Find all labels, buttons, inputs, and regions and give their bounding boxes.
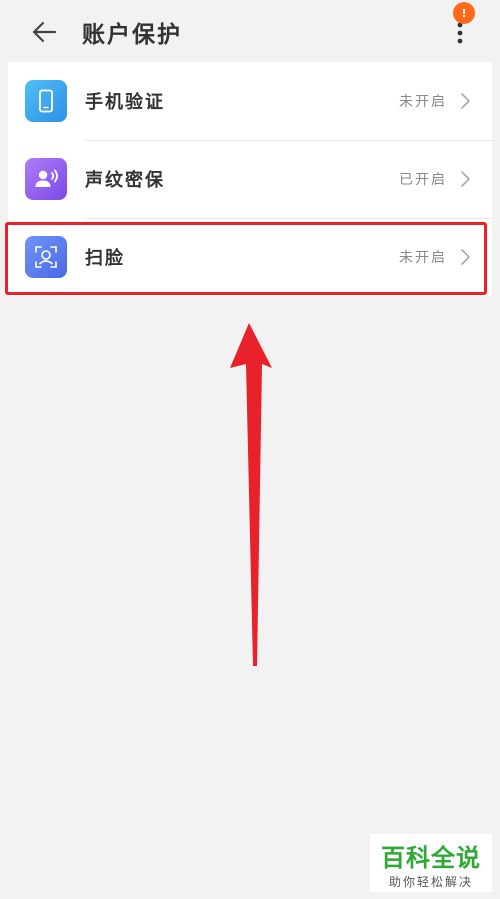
watermark-subtitle: 助你轻松解决 (388, 875, 473, 889)
voiceprint-icon (25, 158, 67, 200)
chevron-right-icon (461, 93, 470, 109)
phone-icon (25, 80, 67, 122)
chevron-right-icon (461, 249, 470, 265)
more-options-icon[interactable] (448, 20, 472, 46)
list-item-label: 声纹密保 (85, 170, 165, 191)
page-title: 账户保护 (82, 21, 182, 48)
chevron-right-icon (461, 171, 470, 187)
status-text: 未开启 (399, 94, 447, 110)
list-item-voiceprint[interactable]: 声纹密保 已开启 (8, 140, 492, 218)
list-item-label: 扫脸 (85, 248, 125, 269)
header-bar: 账户保护 ! (0, 0, 500, 62)
status-text: 已开启 (399, 172, 447, 188)
settings-list: 手机验证 未开启 声纹密保 已开启 扫脸 未开启 (8, 62, 492, 296)
status-text: 未开启 (399, 250, 447, 266)
notification-badge: ! (453, 2, 475, 24)
list-item-face-scan[interactable]: 扫脸 未开启 (8, 218, 492, 296)
list-item-label: 手机验证 (85, 92, 165, 113)
watermark-logo: 百科全说 助你轻松解决 (370, 834, 492, 892)
face-scan-icon (25, 236, 67, 278)
back-arrow-icon[interactable] (28, 16, 60, 48)
list-item-phone-verify[interactable]: 手机验证 未开启 (8, 62, 492, 140)
watermark-title: 百科全说 (381, 844, 481, 872)
